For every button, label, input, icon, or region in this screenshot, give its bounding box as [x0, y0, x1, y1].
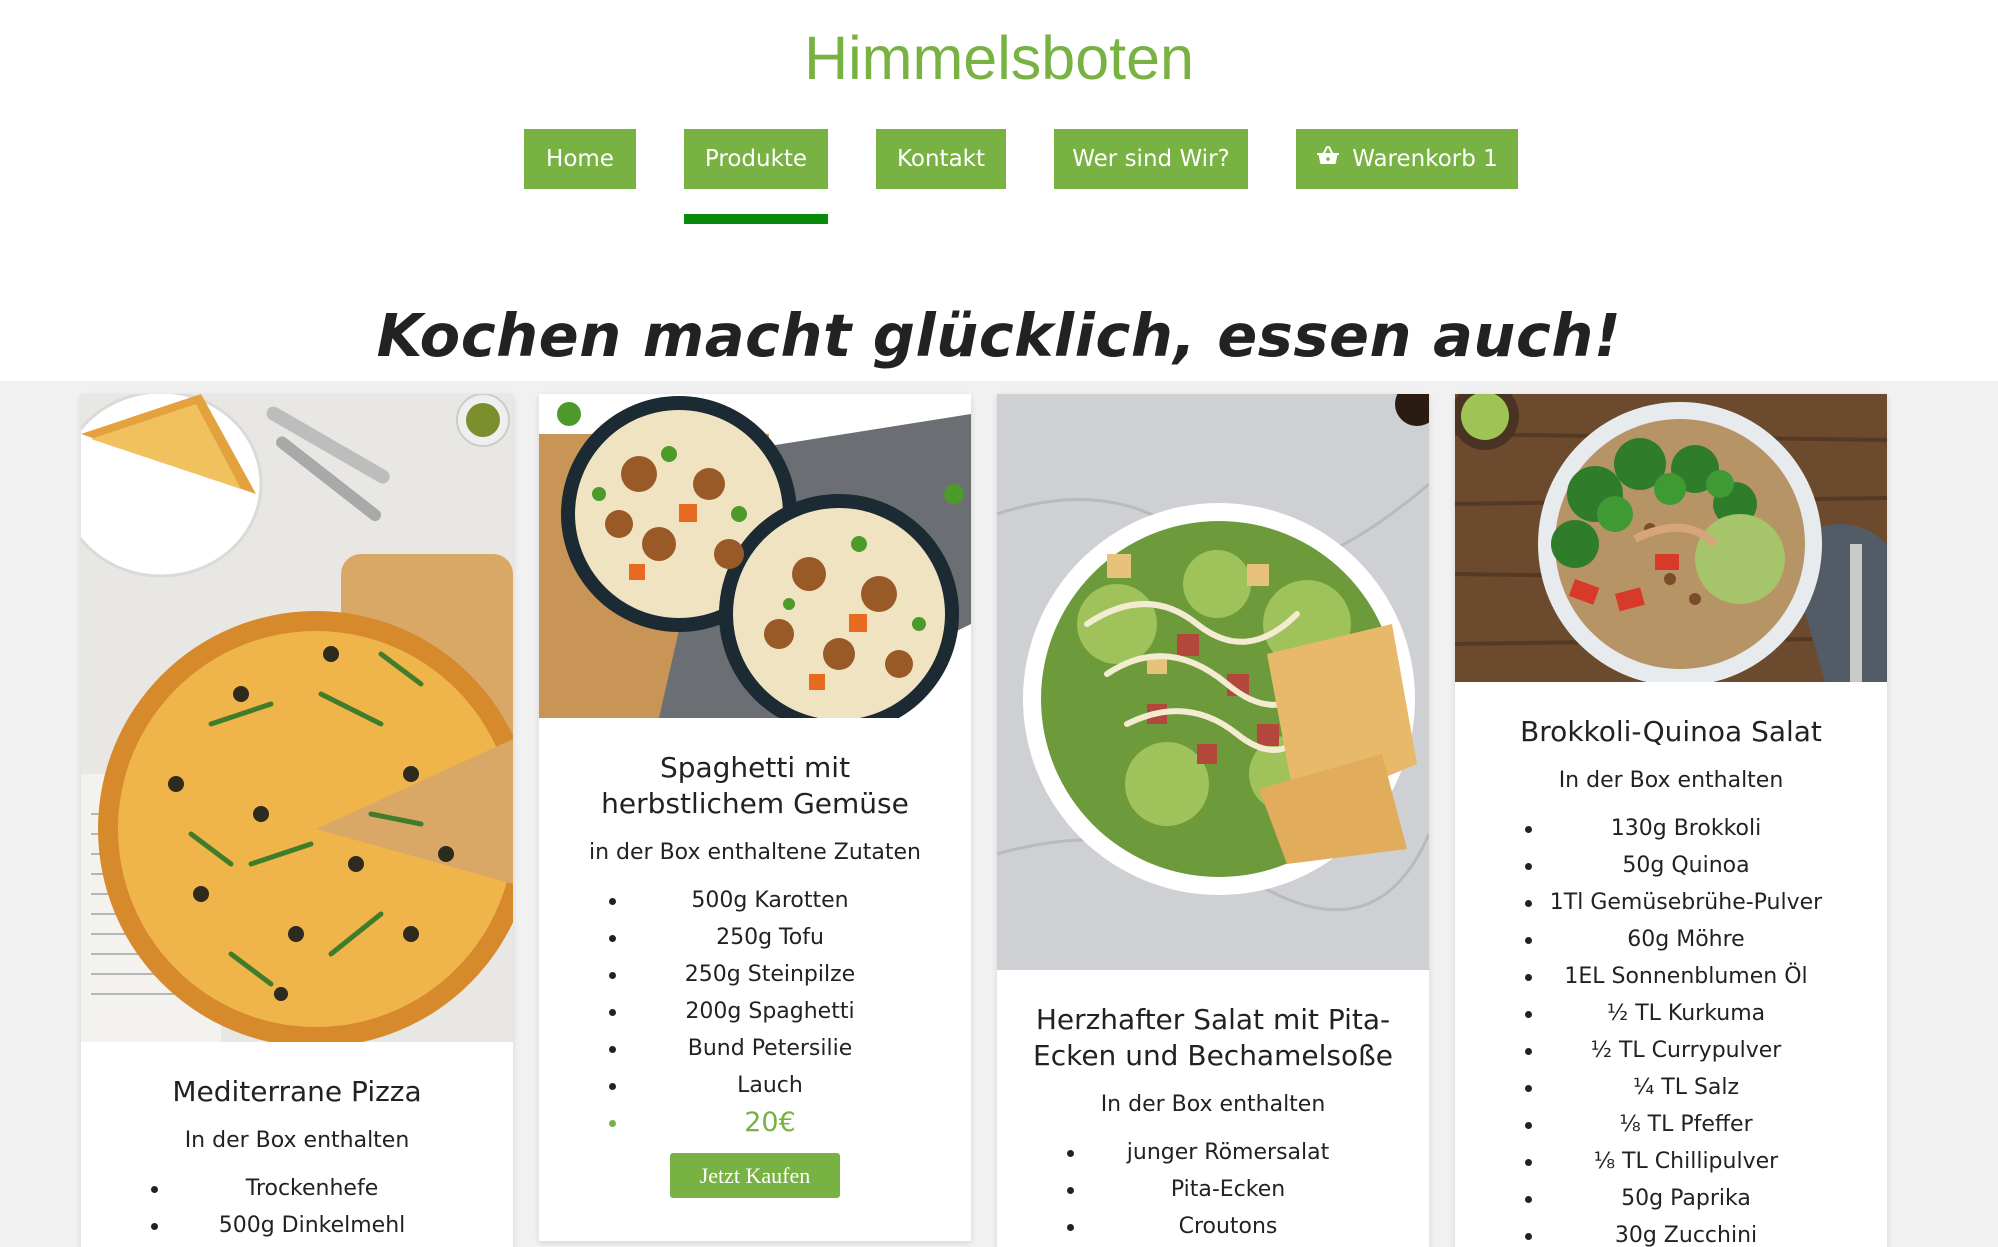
shopping-basket-icon — [1316, 128, 1340, 188]
list-item: ½ TL Kurkuma — [1455, 995, 1887, 1032]
list-item: ¼ TL Salz — [1455, 1069, 1887, 1106]
list-item: ⅛ TL Chillipulver — [1455, 1143, 1887, 1180]
ingredient-list: junger Römersalat Pita-Ecken Croutons — [997, 1134, 1429, 1245]
list-item: Bund Petersilie — [539, 1030, 971, 1067]
ingredient-list: Trockenhefe 500g Dinkelmehl — [81, 1170, 513, 1244]
nav-kontakt-button[interactable]: Kontakt — [876, 129, 1006, 189]
nav-wer-sind-wir-button[interactable]: Wer sind Wir? — [1054, 129, 1248, 189]
card-title: Herzhafter Salat mit Pita-Ecken und Bech… — [1033, 1003, 1393, 1072]
nav-home-button[interactable]: Home — [524, 129, 636, 189]
ingredient-list: 130g Brokkoli 50g Quinoa 1Tl Gemüsebrühe… — [1455, 810, 1887, 1247]
price-label: 20€ — [539, 1104, 971, 1141]
list-item: 130g Brokkoli — [1455, 810, 1887, 847]
list-item: junger Römersalat — [997, 1134, 1429, 1171]
card-title: Mediterrane Pizza — [172, 1075, 422, 1108]
ingredient-list: 500g Karotten 250g Tofu 250g Steinpilze … — [539, 882, 971, 1141]
page-headline: Kochen macht glücklich, essen auch! — [376, 301, 1622, 370]
product-card-pizza: Mediterrane Pizza In der Box enthalten T… — [81, 394, 513, 1247]
card-subtitle: In der Box enthalten — [1100, 1092, 1326, 1117]
list-item: 50g Quinoa — [1455, 847, 1887, 884]
card-title: Brokkoli-Quinoa Salat — [1520, 715, 1822, 748]
list-item: 500g Dinkelmehl — [81, 1207, 513, 1244]
salad-image — [997, 394, 1429, 970]
card-subtitle: in der Box enthaltene Zutaten — [589, 840, 921, 865]
main-navigation: Home Produkte Kontakt Wer sind Wir? Ware… — [0, 129, 1998, 229]
list-item: 250g Tofu — [539, 919, 971, 956]
card-subtitle: In der Box enthalten — [1558, 768, 1784, 793]
pizza-image — [81, 394, 513, 1042]
site-title: Himmelsboten — [804, 24, 1194, 92]
list-item: Trockenhefe — [81, 1170, 513, 1207]
list-item: Lauch — [539, 1067, 971, 1104]
card-title: Spaghetti mit herbstlichem Gemüse — [601, 751, 909, 820]
list-item: ½ TL Currypulver — [1455, 1032, 1887, 1069]
nav-produkte-button[interactable]: Produkte — [684, 129, 828, 189]
warenkorb-label: Warenkorb 1 — [1352, 146, 1498, 172]
list-item: 500g Karotten — [539, 882, 971, 919]
list-item: 200g Spaghetti — [539, 993, 971, 1030]
product-card-spaghetti: Spaghetti mit herbstlichem Gemüse in der… — [539, 394, 971, 1241]
list-item: 1EL Sonnenblumen Öl — [1455, 958, 1887, 995]
card-subtitle: In der Box enthalten — [184, 1128, 410, 1153]
buy-now-button[interactable]: Jetzt Kaufen — [670, 1153, 840, 1198]
product-card-brokkoli-quinoa: Brokkoli-Quinoa Salat In der Box enthalt… — [1455, 394, 1887, 1247]
active-nav-indicator — [684, 214, 828, 224]
list-item: Croutons — [997, 1208, 1429, 1245]
list-item: ⅛ TL Pfeffer — [1455, 1106, 1887, 1143]
list-item: 250g Steinpilze — [539, 956, 971, 993]
spaghetti-image — [539, 394, 971, 718]
list-item: Pita-Ecken — [997, 1171, 1429, 1208]
quinoa-salad-image — [1455, 394, 1887, 682]
list-item: 30g Zucchini — [1455, 1217, 1887, 1247]
list-item: 60g Möhre — [1455, 921, 1887, 958]
nav-warenkorb-button[interactable]: Warenkorb 1 — [1296, 129, 1518, 189]
list-item: 1Tl Gemüsebrühe-Pulver — [1455, 884, 1887, 921]
product-card-salat: Herzhafter Salat mit Pita-Ecken und Bech… — [997, 394, 1429, 1247]
list-item: 50g Paprika — [1455, 1180, 1887, 1217]
